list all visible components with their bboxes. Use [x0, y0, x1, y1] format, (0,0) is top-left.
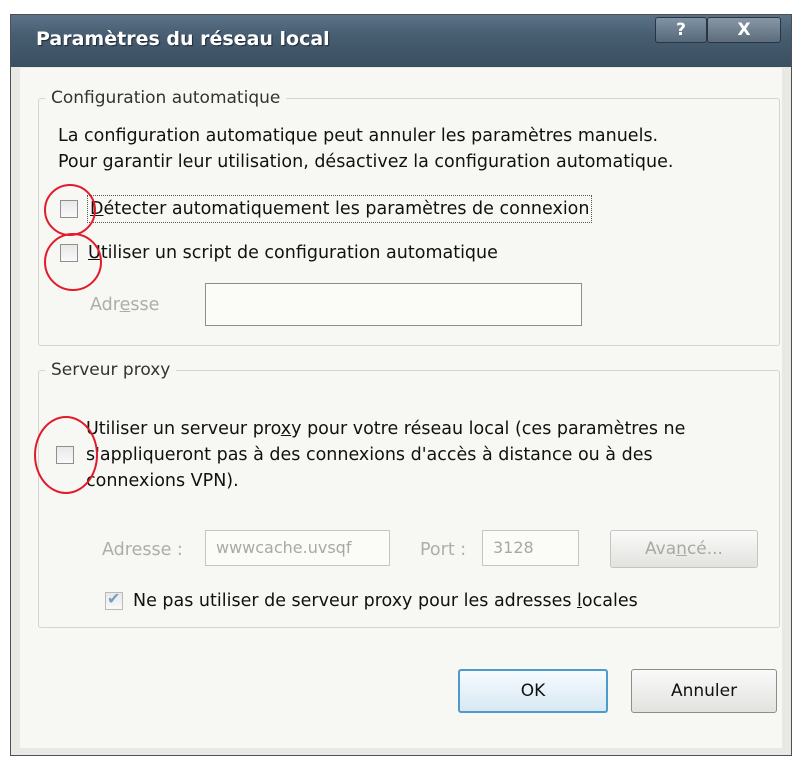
auto-config-script-label[interactable]: Utiliser un script de configuration auto…	[88, 240, 498, 266]
bypass-local-checkbox[interactable]: ✔	[105, 589, 123, 610]
help-button[interactable]: ?	[655, 17, 707, 43]
close-button[interactable]: X	[707, 17, 781, 43]
dialog-title: Paramètres du réseau local	[36, 28, 330, 50]
script-address-label: Adresse	[90, 295, 160, 315]
auto-config-description-line1: La configuration automatique peut annule…	[58, 126, 659, 146]
proxy-address-label: Adresse :	[102, 540, 183, 560]
annotation-circle-proxy	[34, 416, 98, 494]
bypass-local-label[interactable]: Ne pas utiliser de serveur proxy pour le…	[133, 588, 638, 614]
checkmark-icon: ✔	[107, 589, 121, 608]
proxy-port-label: Port :	[420, 540, 467, 560]
auto-config-description-line2: Pour garantir leur utilisation, désactiv…	[58, 152, 674, 172]
proxy-port-input[interactable]: 3128	[482, 530, 579, 566]
script-address-input[interactable]	[205, 283, 582, 326]
use-proxy-label-line3[interactable]: connexions VPN).	[86, 468, 239, 494]
annotation-circle-script	[44, 233, 102, 291]
detect-settings-label[interactable]: Détecter automatiquement les paramètres …	[87, 195, 593, 223]
close-icon: X	[737, 20, 751, 40]
ok-button[interactable]: OK	[458, 669, 608, 713]
cancel-button[interactable]: Annuler	[631, 669, 777, 713]
advanced-button[interactable]: Ava n cé...	[610, 530, 758, 568]
auto-config-legend: Configuration automatique	[51, 88, 281, 108]
use-proxy-label-line2[interactable]: s'appliqueront pas à des connexions d'ac…	[86, 442, 653, 468]
annotation-circle-detect	[44, 184, 96, 236]
use-proxy-label-line1[interactable]: Utiliser un serveur proxy pour votre rés…	[86, 416, 685, 442]
proxy-address-input[interactable]: wwwcache.uvsqf	[205, 530, 390, 566]
help-icon: ?	[676, 20, 686, 40]
proxy-legend: Serveur proxy	[51, 360, 171, 380]
